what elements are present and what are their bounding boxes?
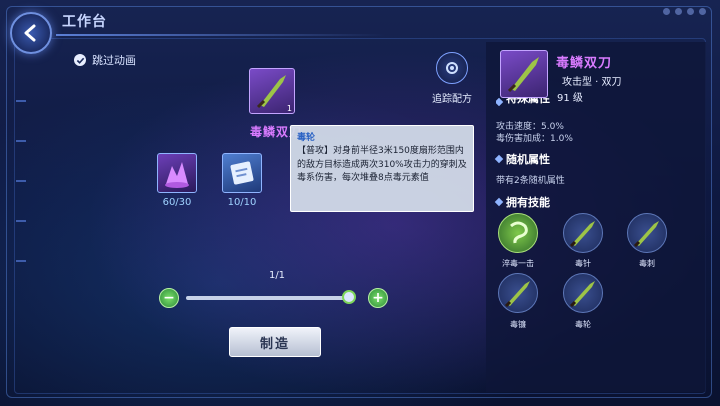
item-count: 1	[286, 104, 292, 113]
skill-slot-1[interactable]	[498, 213, 538, 253]
skill-slot-2[interactable]	[563, 213, 603, 253]
purple-crystal-icon	[165, 162, 189, 188]
twin-blade-icon	[507, 57, 539, 93]
craft-item-slot[interactable]: 1	[249, 68, 295, 114]
skill-tooltip: 毒轮 【普攻】对身前半径3米150度扇形范围内的敌方目标造成两次310%攻击力的…	[290, 125, 474, 212]
quantity-readout: 1/1	[268, 270, 286, 281]
side-decoration	[16, 260, 26, 262]
skill-label-4: 毒镰	[510, 320, 526, 329]
title-underline	[56, 34, 386, 36]
diamond-icon	[494, 154, 504, 164]
checkbox-checked-icon[interactable]	[74, 54, 86, 66]
decrease-button[interactable]: −	[159, 288, 179, 308]
workbench-screen: { "header": {"title": "工作台"}, "options":…	[0, 0, 720, 406]
dagger-icon	[504, 281, 530, 308]
material-count-2: 10/10	[227, 197, 257, 208]
page-title: 工作台	[62, 14, 107, 30]
dagger-icon	[633, 221, 659, 248]
skill-label-2: 毒针	[575, 259, 591, 268]
side-decoration	[16, 100, 26, 102]
skip-animation-label: 跳过动画	[92, 54, 136, 67]
detail-item-name: 毒鳞双刀	[556, 56, 613, 71]
make-button[interactable]: 制造	[229, 327, 321, 357]
skill-slot-5[interactable]	[563, 273, 603, 313]
detail-item-level: 91 级	[557, 93, 583, 104]
side-decoration	[16, 140, 26, 142]
skills-header: 拥有技能	[494, 194, 550, 210]
skill-slot-4[interactable]	[498, 273, 538, 313]
material-slot-1[interactable]	[157, 153, 197, 193]
side-decoration	[16, 180, 26, 182]
minus-icon: −	[163, 290, 175, 306]
detail-item-type: 攻击型 · 双刀	[562, 77, 622, 88]
dagger-icon	[569, 281, 595, 308]
skill-label-1: 淬毒一击	[502, 259, 534, 268]
poison-whirl-icon	[510, 221, 528, 244]
material-slot-2[interactable]	[222, 153, 262, 193]
trace-recipe-button[interactable]: 追踪配方	[424, 52, 480, 105]
random-attrs-desc: 带有2条随机属性	[496, 176, 565, 186]
quantity-slider-track[interactable]	[186, 296, 348, 300]
tooltip-skill-name: 毒轮	[297, 133, 316, 143]
skill-slot-3[interactable]	[627, 213, 667, 253]
back-button[interactable]	[10, 12, 52, 54]
random-attrs-header: 随机属性	[494, 151, 550, 167]
special-attrs-header: 特殊属性	[496, 98, 550, 106]
dagger-icon	[569, 221, 595, 248]
skill-label-3: 毒刺	[639, 259, 655, 268]
increase-button[interactable]: +	[368, 288, 388, 308]
skip-animation-toggle[interactable]: 跳过动画	[74, 52, 136, 68]
detail-item-icon	[500, 50, 548, 98]
tooltip-skill-desc: 【普攻】对身前半径3米150度扇形范围内的敌方目标造成两次310%攻击力的穿刺及…	[297, 146, 467, 183]
diamond-icon	[494, 197, 504, 207]
special-attr-2: 毒伤害加成：1.0%	[496, 134, 573, 144]
skill-label-5: 毒轮	[575, 320, 591, 329]
quantity-slider-handle[interactable]	[342, 290, 356, 304]
side-decoration	[16, 220, 26, 222]
back-arrow-icon	[24, 24, 36, 42]
blueprint-icon	[230, 161, 254, 185]
diamond-icon	[496, 98, 504, 106]
trace-recipe-label: 追踪配方	[432, 94, 472, 105]
plus-icon: +	[372, 290, 384, 306]
material-count-1: 60/30	[162, 197, 192, 208]
track-eye-icon	[436, 52, 468, 84]
corner-dots	[663, 8, 706, 15]
